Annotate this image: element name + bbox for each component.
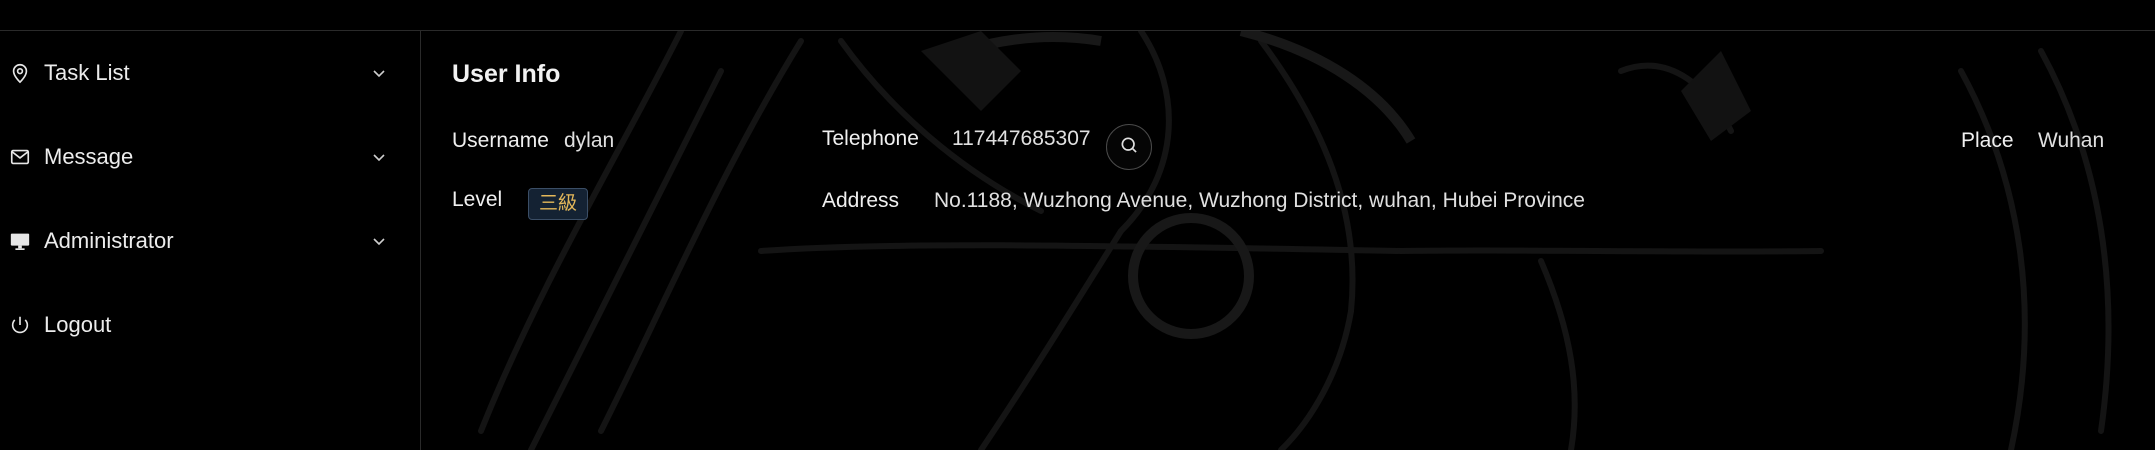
power-icon [8,313,32,337]
place-label: Place [1961,129,2014,152]
sidebar-item-logout[interactable]: Logout [0,295,400,355]
chevron-down-icon [370,148,388,166]
mail-icon [8,145,32,169]
search-button[interactable] [1106,124,1152,170]
place-value: Wuhan [2038,129,2105,152]
username-value: dylan [564,129,615,152]
address-label: Address [822,189,900,212]
user-info-panel: User Info Username dylan Telephone 11744… [421,31,2155,450]
chevron-down-icon [370,64,388,82]
search-icon [1119,135,1139,160]
background-artwork [478,31,2112,450]
chevron-down-icon [370,232,388,250]
sidebar-item-label: Logout [44,312,112,337]
sidebar-item-label: Message [44,144,134,169]
telephone-label: Telephone [822,127,919,150]
top-bar [0,0,2155,31]
sidebar-item-label: Administrator [44,228,174,253]
location-pin-icon [8,61,32,85]
address-value: No.1188, Wuzhong Avenue, Wuzhong Distric… [934,189,1585,212]
sidebar-item-administrator[interactable]: Administrator [0,211,400,271]
telephone-value: 117447685307 [952,127,1091,150]
monitor-icon [8,229,32,253]
sidebar: Task List Message Administrator Logout [0,31,421,450]
sidebar-item-message[interactable]: Message [0,127,400,187]
username-label: Username [452,129,549,152]
sidebar-item-task-list[interactable]: Task List [0,43,400,103]
sidebar-item-label: Task List [44,60,130,85]
level-badge: 三級 [528,188,589,220]
page-title: User Info [452,60,561,88]
level-label: Level [452,188,503,211]
